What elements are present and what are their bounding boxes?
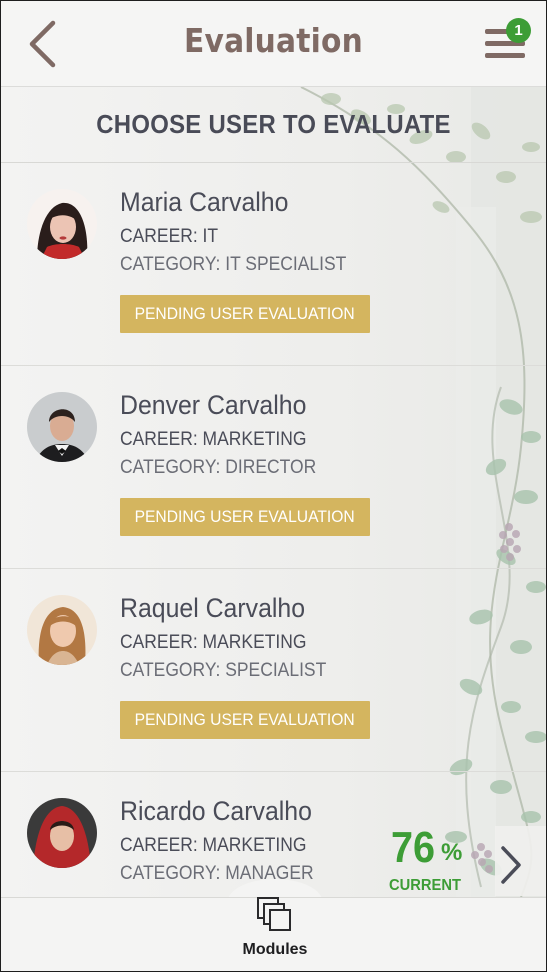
avatar [27,392,97,462]
user-name: Denver Carvalho [120,390,307,420]
user-career: CAREER: IT [120,226,219,247]
status-badge: PENDING USER EVALUATION [120,701,370,739]
user-name: Maria Carvalho [120,187,289,217]
modules-button[interactable]: Modules [225,891,325,971]
hamburger-bar [485,53,525,58]
status-badge-label: PENDING USER EVALUATION [134,304,356,323]
section-title: CHOOSE USER TO EVALUATE [96,109,451,139]
user-list-item[interactable]: Raquel Carvalho CAREER: MARKETING CATEGO… [1,569,546,772]
progress-unit: % [441,839,463,866]
status-badge-label: PENDING USER EVALUATION [134,507,356,526]
user-photo [27,392,97,462]
status-badge: PENDING USER EVALUATION [120,498,370,536]
user-photo [27,798,97,868]
top-app-bar: Evaluation 1 [1,1,546,87]
notification-badge: 1 [506,18,531,43]
user-photo [27,595,97,665]
section-header: CHOOSE USER TO EVALUATE [1,87,546,163]
user-career: CAREER: MARKETING [120,632,307,653]
user-list-item[interactable]: Denver Carvalho CAREER: MARKETING CATEGO… [1,366,546,569]
avatar [27,798,97,868]
page-title: Evaluation [184,21,363,60]
progress-indicator: 76 % CURRENT [385,823,467,897]
user-category: CATEGORY: IT SPECIALIST [120,254,347,275]
stacked-pages-icon [257,897,291,931]
user-list-item[interactable]: Maria Carvalho CAREER: IT CATEGORY: IT S… [1,163,546,366]
user-photo [27,189,97,259]
modules-label: Modules [242,941,308,958]
avatar [27,189,97,259]
progress-label: CURRENT [389,877,461,894]
next-button[interactable] [495,826,546,896]
user-category: CATEGORY: DIRECTOR [120,457,317,478]
status-badge: PENDING USER EVALUATION [120,295,370,333]
user-name: Ricardo Carvalho [120,796,312,826]
app-screen: Evaluation 1 CHOOSE USER TO EVALUATE Mar… [0,0,547,972]
status-badge-label: PENDING USER EVALUATION [134,710,356,729]
user-category: CATEGORY: SPECIALIST [120,660,327,681]
progress-value: 76 [391,823,436,872]
user-name: Raquel Carvalho [120,593,306,623]
avatar [27,595,97,665]
user-career: CAREER: MARKETING [120,429,307,450]
chevron-right-icon [501,846,521,884]
user-career: CAREER: MARKETING [120,835,307,856]
